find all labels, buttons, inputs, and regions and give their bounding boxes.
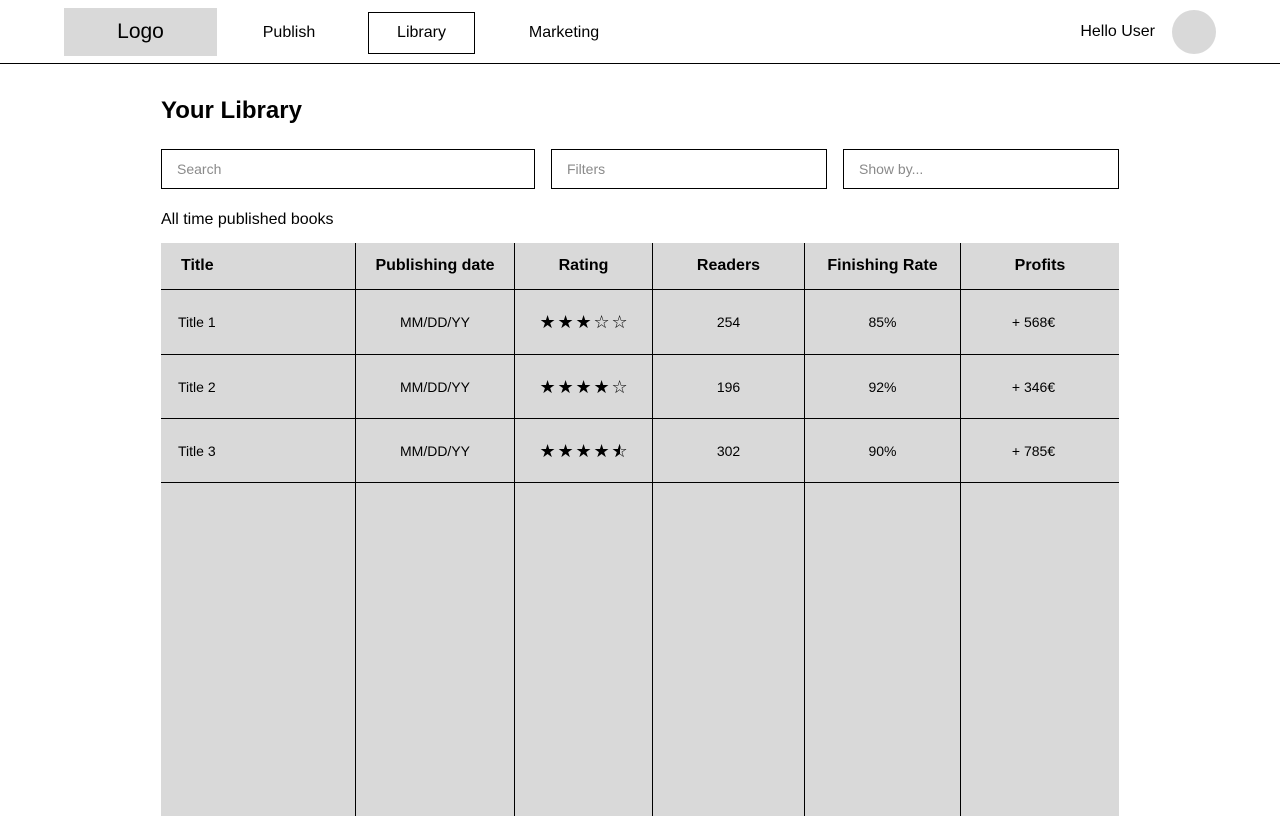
cell-publishing-date: MM/DD/YY xyxy=(400,314,470,330)
cell-publishing-date: MM/DD/YY xyxy=(400,379,470,395)
cell-title[interactable]: Title 1 xyxy=(161,290,355,354)
star-outline-icon: ☆ xyxy=(611,312,628,332)
rating-stars: ★ ★ ★ ★ ☆ xyxy=(540,378,628,396)
search-input[interactable] xyxy=(161,149,535,189)
star-outline-icon: ☆ xyxy=(593,312,610,332)
filters-input[interactable] xyxy=(551,149,827,189)
star-filled-icon: ★ xyxy=(593,441,610,461)
star-filled-icon: ★ xyxy=(557,377,574,397)
cell-profits: + 568€ xyxy=(1011,314,1056,330)
cell-title[interactable]: Title 3 xyxy=(161,419,355,483)
cell-finishing-rate: 90% xyxy=(868,443,897,459)
books-table: Title Publishing date Rating Readers Fin… xyxy=(161,243,1119,816)
column-header-finishing-rate[interactable]: Finishing Rate xyxy=(805,243,960,289)
star-filled-icon: ★ xyxy=(593,377,610,397)
cell-title[interactable]: Title 2 xyxy=(161,355,355,419)
page: Logo Publish Library Marketing Hello Use… xyxy=(0,0,1280,832)
top-navbar: Logo Publish Library Marketing Hello Use… xyxy=(0,0,1280,64)
star-filled-icon: ★ xyxy=(539,441,556,461)
cell-profits: + 785€ xyxy=(1011,443,1056,459)
cell-rating: ★ ★ ★ ★ ☆ xyxy=(515,355,652,419)
cell-rating: ★ ★ ★ ☆ ☆ xyxy=(515,290,652,354)
star-filled-icon: ★ xyxy=(575,441,592,461)
star-filled-icon: ★ xyxy=(539,377,556,397)
column-header-rating[interactable]: Rating xyxy=(515,243,652,289)
cell-readers: 254 xyxy=(716,314,741,330)
page-title: Your Library xyxy=(161,97,302,124)
avatar[interactable] xyxy=(1172,10,1216,54)
rating-stars: ★ ★ ★ ☆ ☆ xyxy=(540,313,628,331)
star-half-icon: ☆★ xyxy=(611,441,628,461)
section-label: All time published books xyxy=(161,211,334,228)
nav-marketing[interactable]: Marketing xyxy=(504,12,624,54)
rating-stars: ★★★★☆★ xyxy=(540,442,628,460)
column-header-title[interactable]: Title xyxy=(161,243,355,289)
cell-finishing-rate: 85% xyxy=(868,314,897,330)
cell-rating: ★★★★☆★ xyxy=(515,419,652,483)
logo[interactable]: Logo xyxy=(64,8,217,56)
column-header-readers[interactable]: Readers xyxy=(653,243,804,289)
show-by-select[interactable] xyxy=(843,149,1119,189)
star-filled-icon: ★ xyxy=(557,441,574,461)
nav-publish[interactable]: Publish xyxy=(240,12,338,54)
cell-publishing-date: MM/DD/YY xyxy=(400,443,470,459)
star-filled-icon: ★ xyxy=(539,312,556,332)
cell-finishing-rate: 92% xyxy=(868,379,897,395)
star-filled-icon: ★ xyxy=(575,312,592,332)
star-outline-icon: ☆ xyxy=(611,377,628,397)
nav-library[interactable]: Library xyxy=(368,12,475,54)
user-greeting: Hello User xyxy=(1080,23,1155,40)
star-filled-icon: ★ xyxy=(557,312,574,332)
cell-readers: 196 xyxy=(716,379,741,395)
star-filled-icon: ★ xyxy=(575,377,592,397)
cell-profits: + 346€ xyxy=(1011,379,1056,395)
column-header-publishing-date[interactable]: Publishing date xyxy=(356,243,514,289)
cell-readers: 302 xyxy=(716,443,741,459)
column-header-profits[interactable]: Profits xyxy=(961,243,1119,289)
